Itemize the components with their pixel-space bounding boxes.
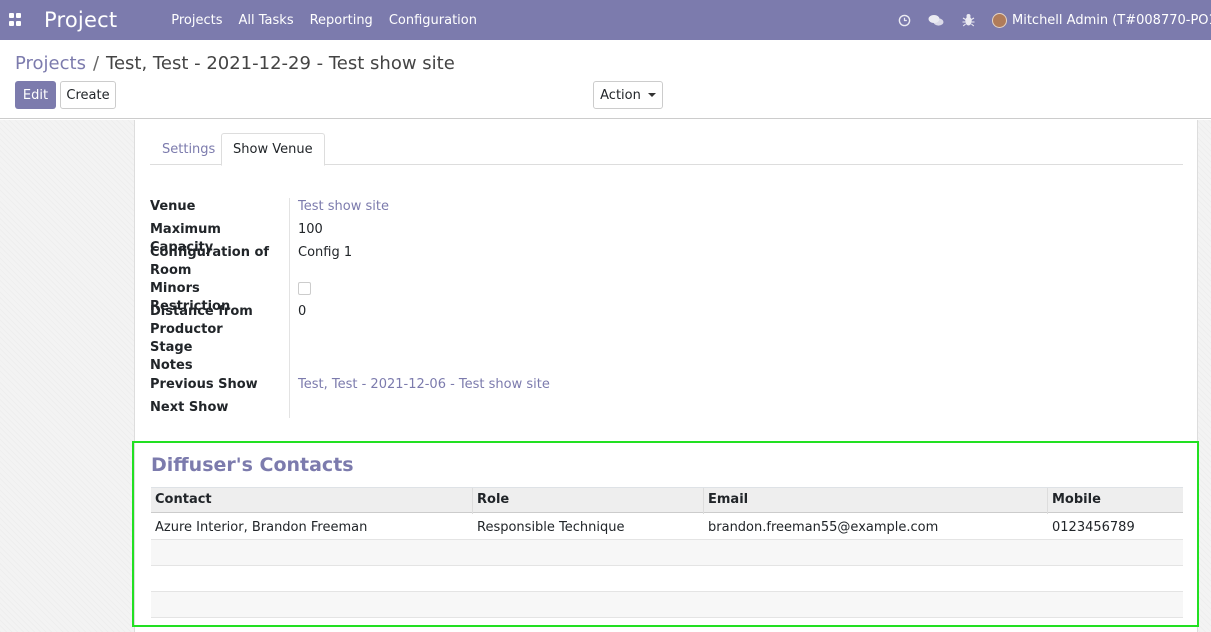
menu-item-projects[interactable]: Projects	[171, 13, 222, 28]
user-name[interactable]: Mitchell Admin (T#008770-PO18	[1012, 13, 1211, 28]
top-navbar: Project Projects All Tasks Reporting Con…	[0, 0, 1211, 40]
config-label-line1: Configuration of	[150, 245, 270, 260]
create-button[interactable]: Create	[60, 81, 116, 109]
empty-row	[151, 592, 1183, 618]
venue-link[interactable]: Test show site	[298, 198, 389, 216]
column-header-mobile[interactable]: Mobile	[1052, 492, 1101, 507]
tab-show-venue[interactable]: Show Venue	[221, 133, 325, 166]
chat-icon[interactable]	[928, 12, 944, 28]
edit-button[interactable]: Edit	[15, 81, 56, 109]
config-value: Config 1	[298, 245, 353, 260]
cell-email: brandon.freeman55@example.com	[708, 520, 939, 535]
empty-row	[151, 566, 1183, 592]
cell-contact: Azure Interior, Brandon Freeman	[155, 520, 368, 535]
venue-label: Venue	[150, 199, 196, 214]
column-divider	[472, 488, 473, 514]
menu-item-configuration[interactable]: Configuration	[389, 13, 477, 28]
column-header-email[interactable]: Email	[708, 492, 748, 507]
caret-down-icon	[647, 93, 656, 97]
capacity-value: 100	[298, 222, 323, 237]
diffuser-contacts-section: Diffuser's Contacts Contact Role Email M…	[132, 441, 1199, 627]
column-header-contact[interactable]: Contact	[155, 492, 212, 507]
menu-item-all-tasks[interactable]: All Tasks	[239, 13, 294, 28]
cell-mobile: 0123456789	[1052, 520, 1135, 535]
action-dropdown-button[interactable]: Action	[593, 81, 663, 109]
breadcrumb: Projects / Test, Test - 2021-12-29 - Tes…	[15, 53, 455, 74]
apps-menu-icon[interactable]	[9, 13, 23, 27]
previous-show-link[interactable]: Test, Test - 2021-12-06 - Test show site	[298, 376, 550, 394]
minors-field	[298, 280, 311, 295]
config-label-line2: Room	[150, 263, 192, 278]
distance-label-line2: Productor	[150, 322, 223, 337]
systray: Mitchell Admin (T#008770-PO18	[896, 0, 1211, 40]
next-show-label: Next Show	[150, 400, 229, 415]
breadcrumb-projects[interactable]: Projects	[15, 53, 86, 74]
cell-role: Responsible Technique	[477, 520, 625, 535]
notes-label: Notes	[150, 358, 193, 373]
control-panel: Projects / Test, Test - 2021-12-29 - Tes…	[0, 40, 1211, 119]
user-avatar[interactable]	[992, 12, 1007, 28]
section-title: Diffuser's Contacts	[151, 454, 354, 476]
breadcrumb-separator: /	[92, 53, 100, 74]
main-menu: Projects All Tasks Reporting Configurati…	[171, 13, 493, 28]
column-divider	[1047, 488, 1048, 514]
app-brand[interactable]: Project	[44, 8, 117, 32]
table-header: Contact Role Email Mobile	[151, 487, 1183, 514]
action-label: Action	[600, 87, 641, 103]
bug-icon[interactable]	[960, 12, 976, 28]
distance-value: 0	[298, 304, 307, 319]
menu-item-reporting[interactable]: Reporting	[310, 13, 373, 28]
table-row[interactable]: Azure Interior, Brandon Freeman Responsi…	[151, 514, 1183, 540]
notebook-tabs: Settings Show Venue	[150, 133, 1183, 166]
column-divider	[703, 488, 704, 514]
distance-label-line1: Distance from	[150, 304, 253, 319]
field-divider	[289, 198, 290, 418]
stage-label: Stage	[150, 340, 193, 355]
tab-settings[interactable]: Settings	[162, 133, 215, 165]
form-content-area: Settings Show Venue Venue Test show site…	[0, 120, 1211, 632]
previous-show-label: Previous Show	[150, 377, 258, 392]
breadcrumb-current: Test, Test - 2021-12-29 - Test show site	[106, 53, 455, 74]
empty-row	[151, 540, 1183, 566]
column-header-role[interactable]: Role	[477, 492, 509, 507]
clock-icon[interactable]	[896, 12, 912, 28]
minors-checkbox[interactable]	[298, 282, 311, 295]
